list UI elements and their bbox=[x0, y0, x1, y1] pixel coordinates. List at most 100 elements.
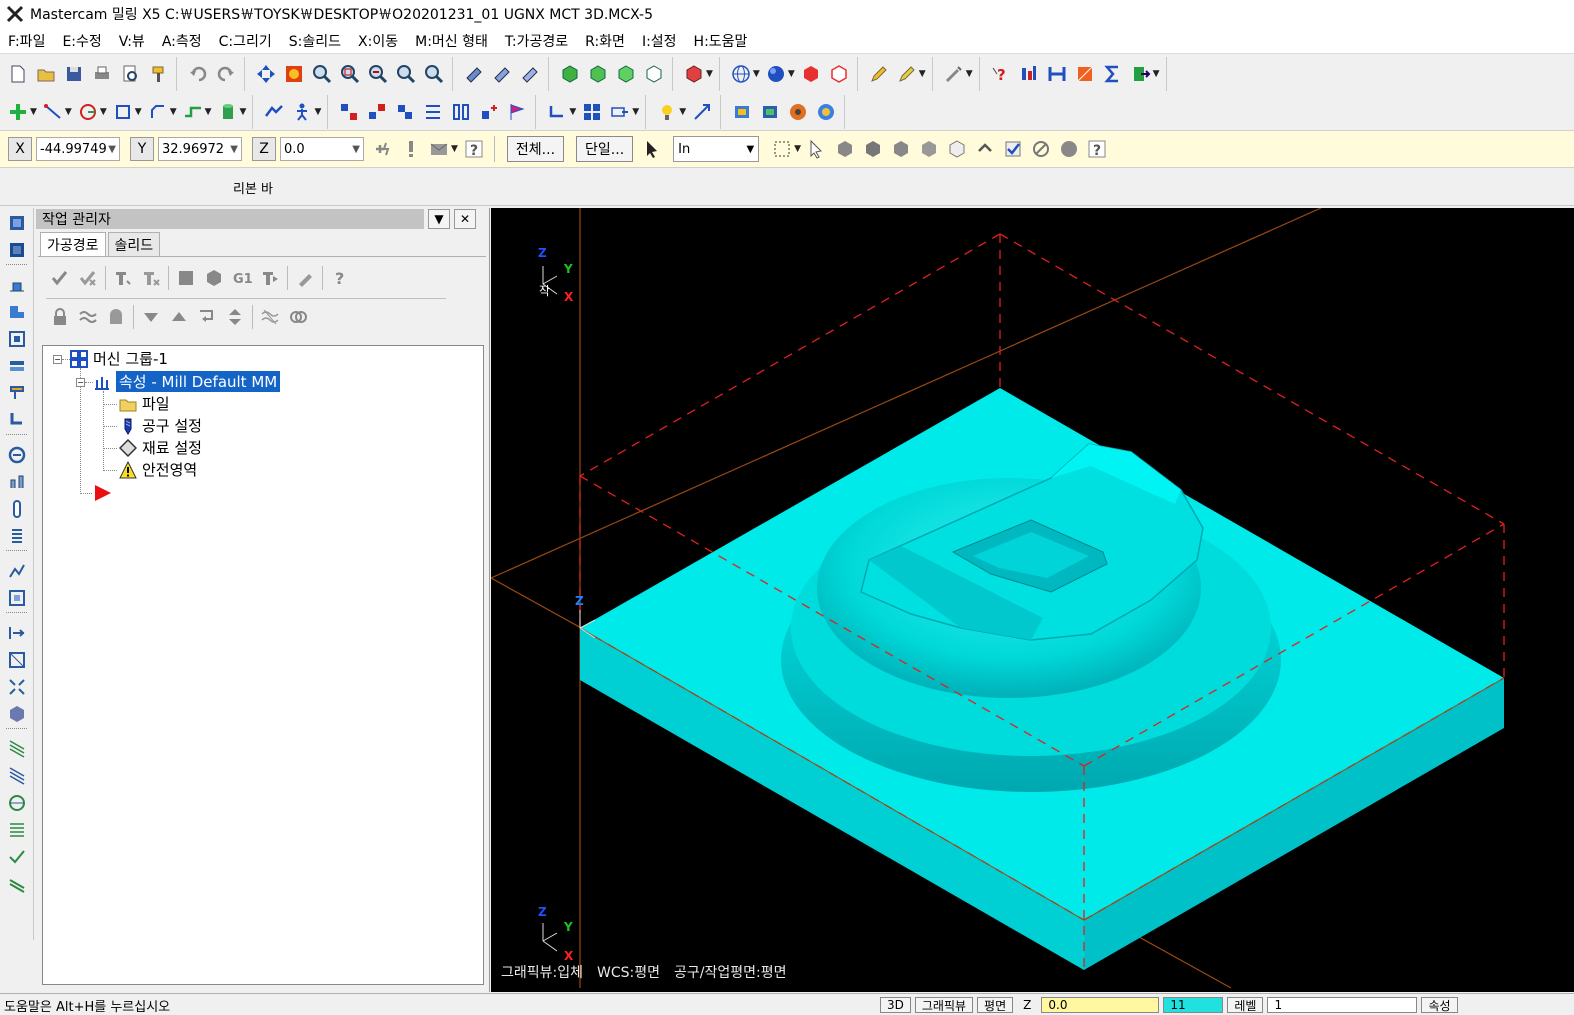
panel-menu-button[interactable]: ▼ bbox=[428, 209, 450, 229]
edge-select-icon[interactable] bbox=[888, 136, 914, 162]
pencil-dropdown-icon[interactable]: ▼ bbox=[919, 69, 926, 79]
shaded-sphere-icon[interactable] bbox=[763, 61, 789, 87]
chamfer-icon[interactable] bbox=[145, 99, 171, 125]
zoom-out-icon[interactable] bbox=[365, 61, 391, 87]
bulb-dropdown-icon[interactable]: ▼ bbox=[679, 107, 686, 117]
exit-icon[interactable] bbox=[1128, 61, 1154, 87]
left-tool-19-icon[interactable] bbox=[4, 736, 30, 761]
tree-item-tool-settings[interactable]: 공구 설정 bbox=[119, 415, 202, 436]
pan-icon[interactable] bbox=[253, 61, 279, 87]
redo-icon[interactable] bbox=[213, 61, 239, 87]
open-file-icon[interactable] bbox=[33, 61, 59, 87]
left-tool-23-icon[interactable] bbox=[4, 844, 30, 869]
solid-red-icon[interactable] bbox=[798, 61, 824, 87]
dimension-dropdown-icon[interactable]: ▼ bbox=[569, 107, 576, 117]
point-dropdown-icon[interactable]: ▼ bbox=[30, 107, 37, 117]
select-all-button[interactable]: 전체... bbox=[506, 136, 565, 162]
left-tool-9-icon[interactable] bbox=[4, 442, 30, 467]
backplot-icon[interactable] bbox=[173, 265, 199, 291]
only-show-icon[interactable] bbox=[257, 304, 283, 330]
planes-cube-icon[interactable] bbox=[681, 61, 707, 87]
left-tool-17-icon[interactable] bbox=[4, 674, 30, 699]
chamfer-dropdown-icon[interactable]: ▼ bbox=[170, 107, 177, 117]
unzoom-icon[interactable] bbox=[421, 61, 447, 87]
select-all-ops-icon[interactable] bbox=[47, 265, 73, 291]
left-tool-15-icon[interactable] bbox=[4, 620, 30, 645]
lock-icon[interactable] bbox=[47, 304, 73, 330]
status-level-button[interactable]: 레벨 bbox=[1227, 997, 1264, 1013]
show-related-icon[interactable] bbox=[285, 304, 311, 330]
menu-analyze[interactable]: A:측정 bbox=[162, 31, 202, 51]
left-tool-18-icon[interactable] bbox=[4, 701, 30, 726]
select-single-button[interactable]: 단일... bbox=[576, 136, 634, 162]
y-coord-dropdown-icon[interactable]: ▼ bbox=[230, 144, 238, 155]
selection-mode-select[interactable]: In ▼ bbox=[673, 136, 760, 162]
left-tool-21-icon[interactable] bbox=[4, 790, 30, 815]
shaded-dropdown-icon[interactable]: ▼ bbox=[788, 69, 795, 79]
wireframe-globe-icon[interactable] bbox=[728, 61, 754, 87]
vector-select-icon[interactable] bbox=[804, 136, 830, 162]
wand-icon[interactable] bbox=[941, 61, 967, 87]
solid-outline-icon[interactable] bbox=[826, 61, 852, 87]
panel-close-button[interactable]: ✕ bbox=[454, 209, 476, 229]
z-coord-dropdown-icon[interactable]: ▼ bbox=[352, 144, 360, 155]
spline-icon[interactable] bbox=[180, 99, 206, 125]
brush-icon[interactable] bbox=[145, 61, 171, 87]
cancel-select-icon[interactable] bbox=[1028, 136, 1054, 162]
tree-collapse-properties[interactable]: − bbox=[76, 378, 85, 387]
x-coord-input[interactable]: -44.99749 ▼ bbox=[36, 137, 120, 161]
pencil-multi-icon[interactable] bbox=[894, 61, 920, 87]
right-view-cube-icon[interactable] bbox=[613, 61, 639, 87]
translate-icon[interactable] bbox=[261, 99, 287, 125]
status-plane-button[interactable]: 평면 bbox=[977, 997, 1014, 1013]
fast-point-icon[interactable] bbox=[370, 136, 396, 162]
print-preview-icon[interactable] bbox=[117, 61, 143, 87]
left-tool-1-icon[interactable] bbox=[4, 210, 30, 235]
menu-view[interactable]: V:뷰 bbox=[119, 31, 145, 51]
circle-dropdown-icon[interactable]: ▼ bbox=[100, 107, 107, 117]
wand-dropdown-icon[interactable]: ▼ bbox=[966, 69, 973, 79]
menu-solids[interactable]: S:솔리드 bbox=[289, 31, 341, 51]
tree-item-files[interactable]: 파일 bbox=[119, 393, 170, 414]
status-level-input[interactable]: 1 bbox=[1267, 997, 1418, 1013]
selection-mode-dropdown-icon[interactable]: ▼ bbox=[746, 144, 754, 155]
body-select-icon[interactable] bbox=[916, 136, 942, 162]
delete-ops-icon[interactable] bbox=[292, 265, 318, 291]
whats-this-icon[interactable]: ? bbox=[988, 61, 1014, 87]
cylinder-dropdown-icon[interactable]: ▼ bbox=[240, 107, 247, 117]
man-dropdown-icon[interactable]: ▼ bbox=[314, 107, 321, 117]
iso-view-cube-icon[interactable] bbox=[641, 61, 667, 87]
bulb-icon[interactable] bbox=[654, 99, 680, 125]
flag-icon[interactable] bbox=[504, 99, 530, 125]
menu-machine-type[interactable]: M:머신 형태 bbox=[415, 31, 488, 51]
status-z-input[interactable]: 0.0 bbox=[1041, 997, 1160, 1013]
mirror-icon[interactable] bbox=[448, 99, 474, 125]
front-view-cube-icon[interactable] bbox=[585, 61, 611, 87]
tool-view-icon[interactable] bbox=[461, 61, 487, 87]
exclamation-icon[interactable] bbox=[398, 136, 424, 162]
insert-arrow-marker-icon[interactable] bbox=[93, 484, 113, 506]
menu-edit[interactable]: E:수정 bbox=[62, 31, 101, 51]
left-tool-7-icon[interactable] bbox=[4, 380, 30, 405]
left-tool-14-icon[interactable] bbox=[4, 585, 30, 610]
point-plus-icon[interactable] bbox=[5, 99, 31, 125]
move-down-icon[interactable] bbox=[138, 304, 164, 330]
select-cursor-icon[interactable] bbox=[640, 136, 666, 162]
tool-path-h-icon[interactable] bbox=[1044, 61, 1070, 87]
group-3-icon[interactable] bbox=[392, 99, 418, 125]
color-square-icon[interactable] bbox=[1072, 61, 1098, 87]
group-icon[interactable] bbox=[336, 99, 362, 125]
left-tool-12-icon[interactable] bbox=[4, 523, 30, 548]
x-coord-dropdown-icon[interactable]: ▼ bbox=[108, 144, 116, 155]
spline-dropdown-icon[interactable]: ▼ bbox=[205, 107, 212, 117]
tool-view-3-icon[interactable] bbox=[517, 61, 543, 87]
pencil-icon[interactable] bbox=[866, 61, 892, 87]
highfeed-icon[interactable] bbox=[257, 265, 283, 291]
solid-select-icon[interactable] bbox=[832, 136, 858, 162]
tab-solids[interactable]: 솔리드 bbox=[107, 232, 161, 256]
toggle-post-icon[interactable] bbox=[103, 304, 129, 330]
machine-2-icon[interactable] bbox=[757, 99, 783, 125]
tree-item-properties[interactable]: 속성 - Mill Default MM bbox=[93, 371, 281, 392]
verify-icon[interactable] bbox=[201, 265, 227, 291]
back-select-icon[interactable] bbox=[944, 136, 970, 162]
